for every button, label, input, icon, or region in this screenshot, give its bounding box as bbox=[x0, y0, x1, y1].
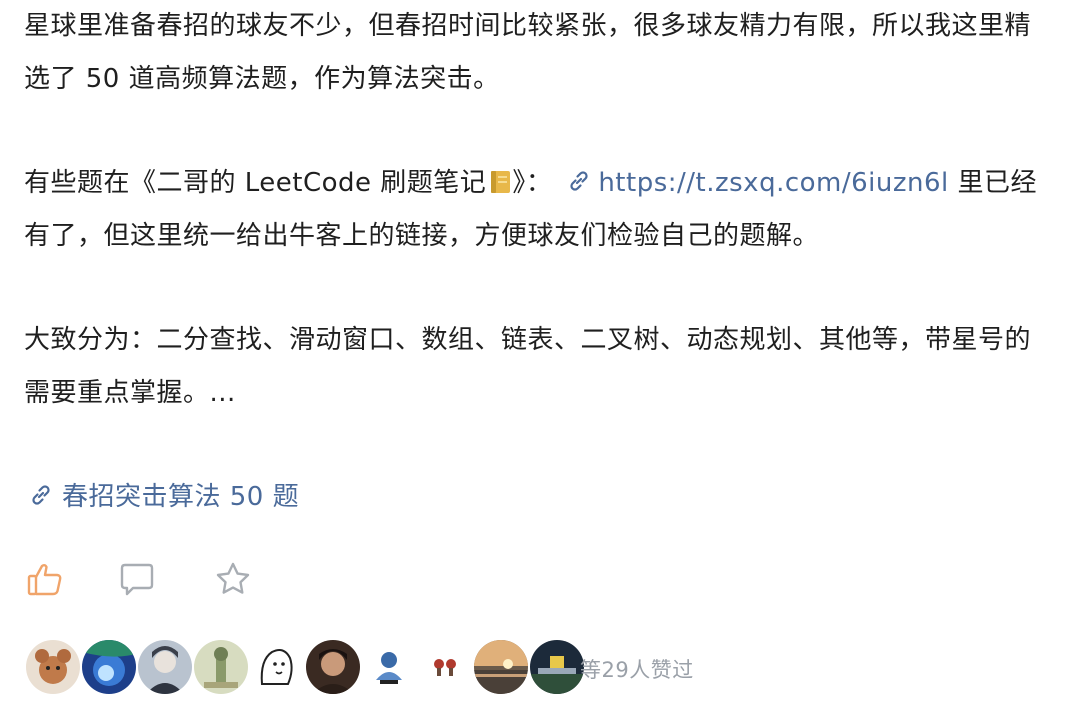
avatar[interactable] bbox=[418, 640, 472, 694]
avatar[interactable] bbox=[26, 640, 80, 694]
attachment-link-icon bbox=[28, 475, 54, 505]
notebook-emoji-icon bbox=[488, 161, 512, 193]
inline-url-link[interactable]: https://t.zsxq.com/6iuzn6l bbox=[552, 168, 948, 198]
likes-row: 等29人赞过 bbox=[2, 640, 1032, 696]
paragraph-2-text-after-emoji: 》： bbox=[512, 168, 553, 198]
avatar[interactable] bbox=[306, 640, 360, 694]
post-paragraph-2: 有些题在《二哥的 LeetCode 刷题笔记 》： https://t.zsxq.c… bbox=[24, 157, 1054, 263]
attachment-link-text[interactable]: 春招突击算法 50 题 bbox=[62, 482, 299, 512]
avatar[interactable] bbox=[138, 640, 192, 694]
avatar[interactable] bbox=[474, 640, 528, 694]
post-paragraph-3: 大致分为：二分查找、滑动窗口、数组、链表、二叉树、动态规划、其他等，带星号的需要… bbox=[24, 325, 1032, 408]
avatar[interactable] bbox=[530, 640, 584, 694]
star-icon[interactable] bbox=[214, 560, 250, 596]
thumbs-up-icon[interactable] bbox=[26, 560, 62, 596]
paragraph-2-text-before: 有些题在《二哥的 LeetCode 刷题笔记 bbox=[24, 168, 487, 198]
comment-icon[interactable] bbox=[118, 560, 154, 596]
link-icon bbox=[566, 160, 592, 191]
liked-by-summary[interactable]: 等29人赞过 bbox=[580, 654, 694, 684]
avatar[interactable] bbox=[362, 640, 416, 694]
avatar[interactable] bbox=[82, 640, 136, 694]
avatar[interactable] bbox=[250, 640, 304, 694]
avatar[interactable] bbox=[194, 640, 248, 694]
post-paragraph-1: 星球里准备春招的球友不少，但春招时间比较紧张，很多球友精力有限，所以我这里精选了… bbox=[24, 11, 1032, 94]
attachment-link[interactable]: 春招突击算法 50 题 bbox=[28, 472, 299, 522]
inline-url-text[interactable]: https://t.zsxq.com/6iuzn6l bbox=[598, 168, 948, 198]
